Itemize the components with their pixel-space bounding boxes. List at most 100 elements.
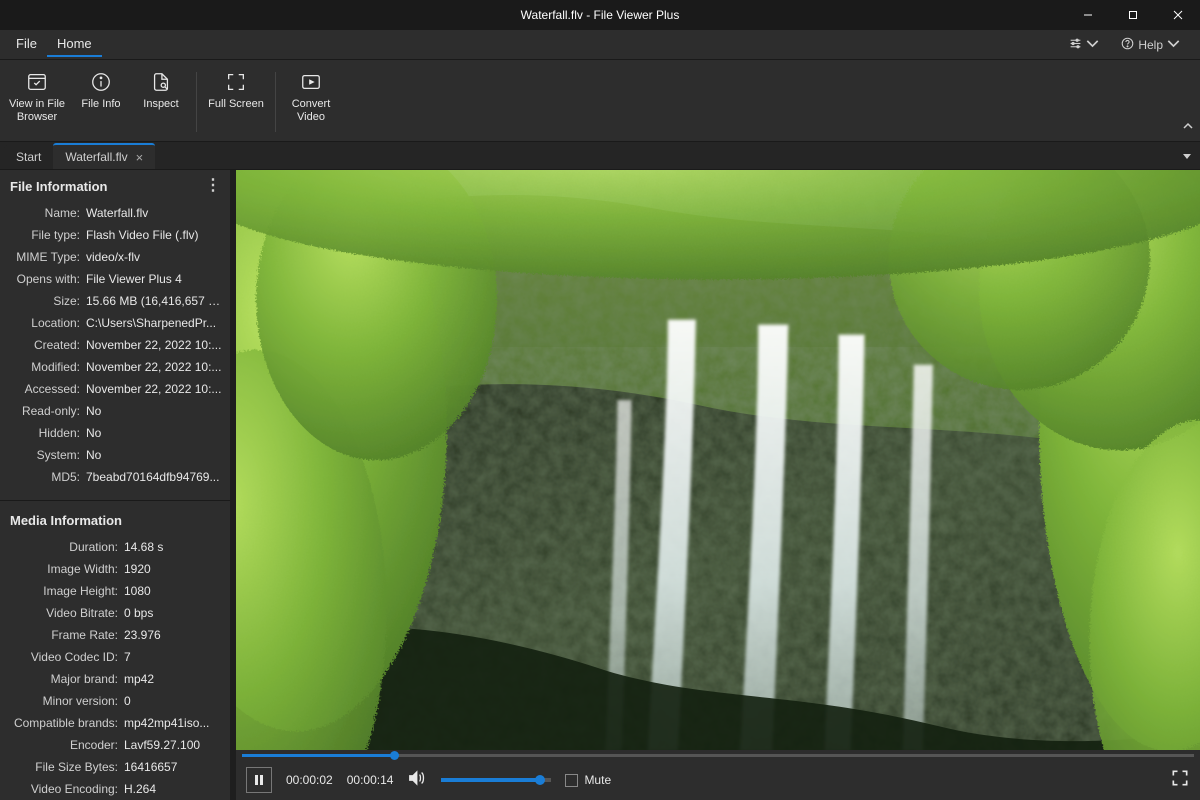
info-row: Size:15.66 MB (16,416,657 b... [8,290,222,312]
menu-file[interactable]: File [6,32,47,57]
pause-button[interactable] [246,767,272,793]
sidebar-scroll[interactable]: File Information ⋮ Name:Waterfall.flvFil… [0,170,230,800]
info-key: MD5: [8,468,86,486]
video-area: 00:00:02 00:00:14 Mute [236,170,1200,800]
info-row: Created:November 22, 2022 10:... [8,334,222,356]
info-key: Duration: [8,538,124,556]
volume-handle[interactable] [535,775,545,785]
ribbon-inspect[interactable]: Inspect [132,66,190,115]
mute-label: Mute [584,773,611,787]
ribbon-label: View in File Browser [6,98,68,124]
convert-icon [299,70,323,94]
progress-handle[interactable] [390,751,399,760]
info-row: Major brand:mp42 [8,668,222,690]
window-controls [1065,0,1200,30]
info-value: November 22, 2022 10:... [86,380,222,398]
info-icon [89,70,113,94]
info-value: mp42mp41iso... [124,714,222,732]
tab-close-icon[interactable]: × [136,151,144,164]
tab-label: Waterfall.flv [65,150,127,164]
progress-fill [242,754,394,757]
ribbon-view-in-file-browser[interactable]: View in File Browser [4,66,70,128]
help-button[interactable]: Help [1115,34,1186,56]
current-time: 00:00:02 [286,773,333,787]
ribbon-collapse-button[interactable] [1182,119,1194,137]
file-info-list: Name:Waterfall.flvFile type:Flash Video … [0,202,230,496]
info-key: Created: [8,336,86,354]
info-row: System:No [8,444,222,466]
ribbon-label: Convert Video [284,98,338,124]
ribbon-label: File Info [81,98,120,111]
ribbon-separator [275,72,276,132]
minimize-button[interactable] [1065,0,1110,30]
info-value: 1920 [124,560,222,578]
info-row: File Size Bytes:16416657 [8,756,222,778]
info-key: Size: [8,292,86,310]
info-value: Flash Video File (.flv) [86,226,222,244]
file-info-menu-button[interactable]: ⋮ [205,178,220,194]
progress-bar[interactable] [236,750,1200,760]
info-key: File type: [8,226,86,244]
video-frame[interactable] [236,170,1200,750]
info-key: Encoder: [8,736,124,754]
info-row: Accessed:November 22, 2022 10:... [8,378,222,400]
media-info-header: Media Information [0,505,230,536]
info-value: 0 [124,692,222,710]
info-row: File type:Flash Video File (.flv) [8,224,222,246]
info-key: Video Encoding: [8,780,124,798]
tab-waterfall[interactable]: Waterfall.flv × [53,143,155,169]
info-key: Video Bitrate: [8,604,124,622]
info-key: MIME Type: [8,248,86,266]
info-value: 0 bps [124,604,222,622]
ribbon-file-info[interactable]: File Info [72,66,130,115]
inspect-icon [149,70,173,94]
info-row: Hidden:No [8,422,222,444]
media-info-list: Duration:14.68 sImage Width:1920Image He… [0,536,230,800]
info-row: Frame Rate:23.976 [8,624,222,646]
info-key: Frame Rate: [8,626,124,644]
info-row: MIME Type:video/x-flv [8,246,222,268]
info-key: Read-only: [8,402,86,420]
info-value: 1080 [124,582,222,600]
sliders-icon [1069,37,1082,53]
document-tabs: Start Waterfall.flv × [0,142,1200,170]
help-icon [1121,37,1134,53]
volume-slider[interactable] [441,778,551,782]
info-row: Image Width:1920 [8,558,222,580]
info-key: Compatible brands: [8,714,124,732]
settings-button[interactable] [1063,34,1105,56]
info-value: No [86,446,222,464]
info-value: 15.66 MB (16,416,657 b... [86,292,222,310]
mute-checkbox[interactable]: Mute [565,773,611,787]
ribbon-convert-video[interactable]: Convert Video [282,66,340,128]
info-row: Video Encoding:H.264 [8,778,222,800]
ribbon-full-screen[interactable]: Full Screen [203,66,269,115]
tab-label: Start [16,150,41,164]
tab-start[interactable]: Start [4,145,53,169]
close-button[interactable] [1155,0,1200,30]
info-value: C:\Users\SharpenedPr... [86,314,222,332]
ribbon-label: Full Screen [208,98,264,111]
volume-fill [441,778,540,782]
info-row: Duration:14.68 s [8,536,222,558]
fullscreen-icon [224,70,248,94]
fullscreen-button[interactable] [1170,768,1190,793]
info-key: Minor version: [8,692,124,710]
info-value: No [86,424,222,442]
maximize-button[interactable] [1110,0,1155,30]
volume-icon[interactable] [407,768,427,793]
chevron-down-icon [1086,37,1099,53]
info-value: Lavf59.27.100 [124,736,222,754]
tabs-menu-button[interactable] [1182,148,1192,166]
info-row: Opens with:File Viewer Plus 4 [8,268,222,290]
total-time: 00:00:14 [347,773,394,787]
info-key: Hidden: [8,424,86,442]
sidebar: File Information ⋮ Name:Waterfall.flvFil… [0,170,230,800]
info-value: mp42 [124,670,222,688]
info-key: Modified: [8,358,86,376]
info-key: Location: [8,314,86,332]
info-key: Accessed: [8,380,86,398]
info-row: Video Codec ID:7 [8,646,222,668]
menu-home[interactable]: Home [47,32,102,57]
info-value: 7 [124,648,222,666]
